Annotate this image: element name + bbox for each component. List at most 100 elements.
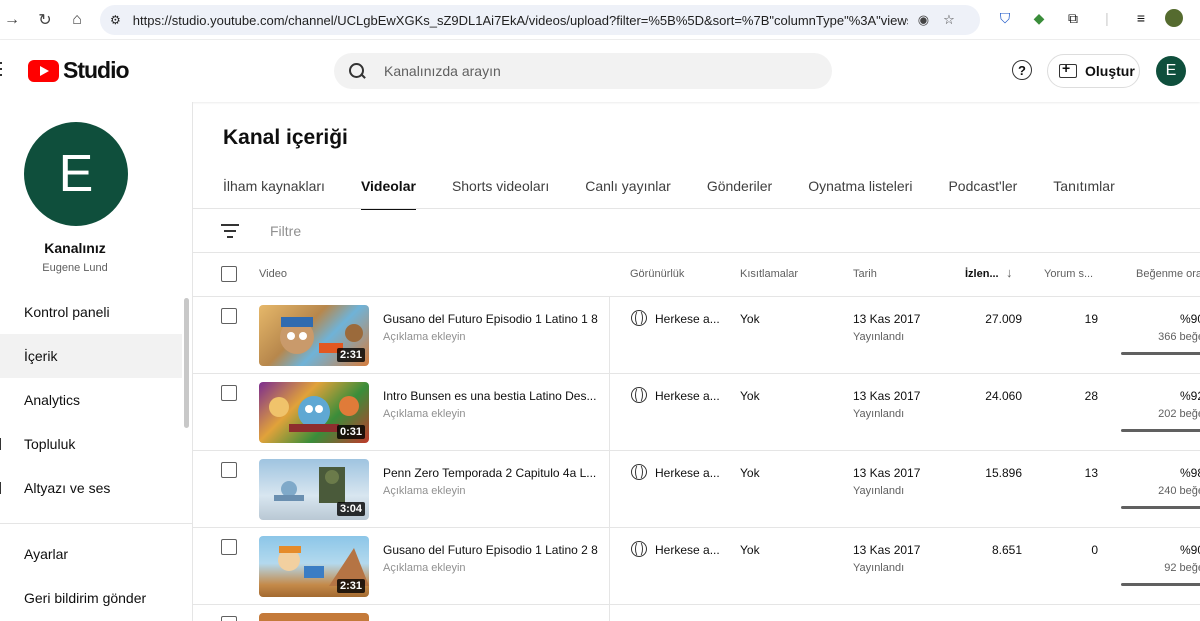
tab-inspiration[interactable]: İlham kaynakları — [223, 170, 325, 210]
sidebar-item-feedback[interactable]: Geri bildirim gönder — [0, 576, 182, 620]
date-value: 13 Kas 2017 — [853, 389, 921, 403]
home-icon[interactable]: ⌂ — [63, 6, 91, 34]
views-value: 8.651 — [991, 543, 1022, 557]
row-checkbox[interactable] — [221, 385, 237, 401]
main-content: Kanal içeriği İlham kaynakları Videolar … — [193, 102, 1200, 621]
profile-icon[interactable] — [1165, 9, 1183, 27]
column-header-visibility[interactable]: Görünürlük — [630, 268, 684, 280]
create-button[interactable]: Oluştur — [1047, 54, 1140, 88]
views-value: 24.060 — [985, 389, 1022, 403]
youtube-play-icon — [28, 59, 59, 82]
row-checkbox[interactable] — [221, 462, 237, 478]
leaf-extension-icon[interactable]: ◆ — [1029, 8, 1049, 28]
search-icon[interactable] — [348, 62, 366, 80]
sidebar-item-settings[interactable]: Ayarlar — [0, 532, 182, 576]
table-row[interactable]: 0:31 Intro Bunsen es una bestia Latino D… — [193, 374, 1200, 451]
likes-bar — [1121, 429, 1200, 432]
table-row[interactable]: 3:04 Penn Zero Temporada 2 Capitulo 4a L… — [193, 451, 1200, 528]
sort-down-icon[interactable]: ↓ — [1006, 265, 1013, 280]
status-value: Yayınlandı — [853, 408, 905, 420]
media-icon[interactable]: ≡ — [1131, 8, 1151, 28]
comments-value: 0 — [1091, 543, 1098, 557]
visibility-value[interactable]: Herkese a... — [655, 389, 720, 403]
divider-icon: | — [1105, 10, 1109, 26]
tab-promotions[interactable]: Tanıtımlar — [1053, 170, 1114, 210]
eye-icon[interactable]: ◉ — [918, 12, 929, 28]
video-description[interactable]: Açıklama ekleyin — [383, 331, 466, 343]
video-description[interactable]: Açıklama ekleyin — [383, 408, 466, 420]
sidebar-divider — [0, 523, 193, 524]
visibility-value[interactable]: Herkese a... — [655, 543, 720, 557]
video-title[interactable]: Penn Zero Temporada 2 Capitulo 4a L... — [383, 466, 598, 480]
search-box[interactable] — [334, 53, 832, 89]
video-thumbnail[interactable]: 2:31 — [259, 536, 369, 597]
sidebar-item-analytics[interactable]: Analytics — [0, 378, 182, 422]
column-header-likes[interactable]: Beğenme ora — [1136, 268, 1200, 280]
column-header-views[interactable]: İzlen... — [965, 268, 999, 280]
sidebar-scrollbar[interactable] — [184, 298, 189, 428]
video-duration: 0:31 — [336, 425, 365, 439]
views-value: 15.896 — [985, 466, 1022, 480]
sidebar-item-content[interactable]: İçerik — [0, 334, 182, 378]
tab-live[interactable]: Canlı yayınlar — [585, 170, 671, 210]
likes-count: 366 beğe — [1158, 331, 1200, 343]
menu-icon[interactable] — [0, 62, 4, 76]
video-thumbnail[interactable]: 2:31 — [259, 305, 369, 366]
video-thumbnail[interactable] — [259, 613, 369, 621]
page-title: Kanal içeriği — [223, 126, 348, 149]
tab-shorts[interactable]: Shorts videoları — [452, 170, 549, 210]
sidebar-item-subtitles[interactable]: Altyazı ve ses — [0, 466, 182, 510]
tab-playlists[interactable]: Oynatma listeleri — [808, 170, 912, 210]
forward-icon[interactable]: → — [0, 6, 26, 34]
likes-percent: %92 — [1179, 389, 1200, 403]
column-header-restrictions[interactable]: Kısıtlamalar — [740, 268, 798, 280]
video-duration: 3:04 — [336, 502, 365, 516]
video-description[interactable]: Açıklama ekleyin — [383, 562, 466, 574]
visibility-value[interactable]: Herkese a... — [655, 312, 720, 326]
table-row[interactable] — [193, 605, 1200, 621]
reload-icon[interactable]: ↻ — [31, 6, 59, 34]
select-all-checkbox[interactable] — [221, 266, 237, 282]
puzzle-icon[interactable]: ⧉ — [1063, 8, 1083, 28]
video-title[interactable]: Gusano del Futuro Episodio 1 Latino 1 8 — [383, 312, 598, 326]
sidebar-item-community[interactable]: Topluluk — [0, 422, 182, 466]
tab-podcasts[interactable]: Podcast'ler — [948, 170, 1017, 210]
video-description[interactable]: Açıklama ekleyin — [383, 485, 466, 497]
column-header-date[interactable]: Tarih — [853, 268, 877, 280]
help-icon[interactable]: ? — [1012, 60, 1032, 80]
visibility-value[interactable]: Herkese a... — [655, 466, 720, 480]
search-input[interactable] — [384, 63, 784, 79]
tab-posts[interactable]: Gönderiler — [707, 170, 772, 210]
comments-value: 28 — [1084, 389, 1098, 403]
browser-toolbar: → ↻ ⌂ ⚙ https://studio.youtube.com/chann… — [0, 0, 1200, 40]
video-title[interactable]: Intro Bunsen es una bestia Latino Des... — [383, 389, 598, 403]
site-settings-icon[interactable]: ⚙ — [110, 13, 121, 27]
studio-logo[interactable]: Studio — [28, 57, 130, 84]
tab-videos[interactable]: Videolar — [360, 170, 416, 210]
filter-input[interactable]: Filtre — [270, 223, 301, 239]
video-thumbnail[interactable]: 0:31 — [259, 382, 369, 443]
content-tabs: İlham kaynakları Videolar Shorts videola… — [223, 170, 1151, 210]
column-header-comments[interactable]: Yorum s... — [1044, 268, 1093, 280]
video-duration: 2:31 — [336, 579, 365, 593]
filter-icon[interactable] — [221, 224, 239, 238]
address-bar[interactable]: ⚙ https://studio.youtube.com/channel/UCL… — [100, 5, 980, 35]
table-row[interactable]: 2:31 Gusano del Futuro Episodio 1 Latino… — [193, 528, 1200, 605]
account-avatar[interactable]: E — [1156, 56, 1186, 86]
restrictions-value: Yok — [740, 543, 760, 557]
url-text[interactable]: https://studio.youtube.com/channel/UCLgb… — [133, 13, 908, 28]
video-thumbnail[interactable]: 3:04 — [259, 459, 369, 520]
sidebar-item-dashboard[interactable]: Kontrol paneli — [0, 290, 182, 334]
date-value: 13 Kas 2017 — [853, 312, 921, 326]
table-row[interactable]: 2:31 Gusano del Futuro Episodio 1 Latino… — [193, 297, 1200, 374]
sidebar-item-label: İçerik — [24, 348, 58, 364]
shield-extension-icon[interactable]: ⛉ — [995, 8, 1015, 28]
row-checkbox[interactable] — [221, 308, 237, 324]
likes-percent: %90 — [1179, 312, 1200, 326]
comments-value: 13 — [1084, 466, 1098, 480]
channel-avatar[interactable]: E — [24, 122, 128, 226]
video-title[interactable]: Gusano del Futuro Episodio 1 Latino 2 8 — [383, 543, 598, 557]
star-icon[interactable]: ☆ — [943, 12, 955, 28]
row-checkbox[interactable] — [221, 616, 237, 621]
row-checkbox[interactable] — [221, 539, 237, 555]
